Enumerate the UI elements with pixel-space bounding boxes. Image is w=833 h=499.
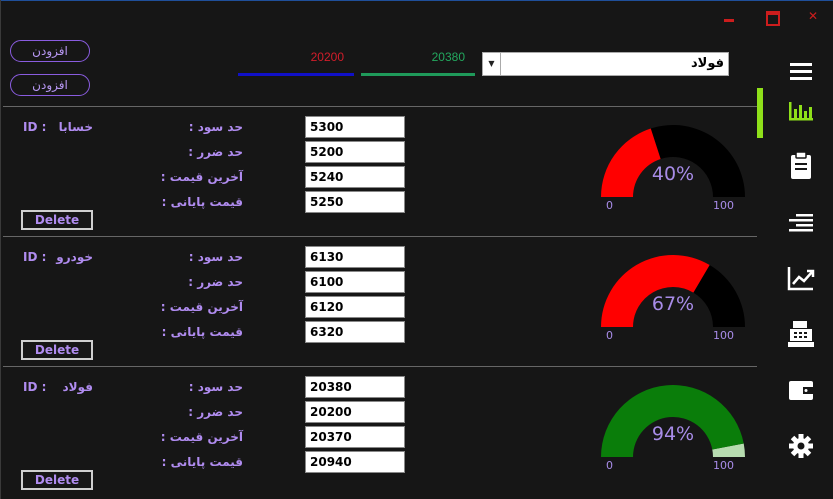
final-price-input[interactable]: 6320 bbox=[305, 321, 405, 343]
delete-button[interactable]: Delete bbox=[21, 210, 93, 230]
sidebar-selection-indicator bbox=[757, 88, 763, 138]
profit-limit-input[interactable]: 20380 bbox=[305, 376, 405, 398]
symbol-name: فولاد bbox=[62, 380, 93, 394]
cash-register-icon[interactable] bbox=[781, 314, 821, 354]
sidebar bbox=[757, 30, 833, 499]
title-bar: ✕ bbox=[1, 0, 833, 30]
id-label: ID : bbox=[23, 120, 47, 134]
symbol-panel: ID : فولاد : حد سود 20380 : حد ضرر 20200 : آخر… bbox=[3, 366, 757, 496]
loss-limit-label: : حد ضرر bbox=[188, 145, 243, 159]
gauge-max-label: 100 bbox=[713, 459, 734, 472]
list-icon[interactable] bbox=[781, 204, 821, 244]
gauge-fill-arc bbox=[601, 385, 744, 457]
last-price-input[interactable]: 20370 bbox=[305, 426, 405, 448]
loss-limit-input[interactable]: 6100 bbox=[305, 271, 405, 293]
last-price-label: : آخرین قیمت bbox=[160, 170, 243, 184]
gauge-min-label: 0 bbox=[606, 459, 613, 472]
final-price-input[interactable]: 5250 bbox=[305, 191, 405, 213]
symbol-select[interactable]: ▼ فولاد bbox=[482, 52, 729, 76]
profit-limit-label: : حد سود bbox=[188, 250, 243, 264]
price-green-underline bbox=[361, 73, 475, 76]
gauge-min-label: 0 bbox=[606, 199, 613, 212]
gauge-min-label: 0 bbox=[606, 329, 613, 342]
final-price-label: : قیمت پایانی bbox=[161, 455, 243, 469]
final-price-label: : قیمت پایانی bbox=[161, 195, 243, 209]
trend-chart-icon[interactable] bbox=[781, 258, 821, 298]
maximize-button[interactable] bbox=[764, 9, 780, 26]
loss-limit-label: : حد ضرر bbox=[188, 275, 243, 289]
profit-limit-input[interactable]: 6130 bbox=[305, 246, 405, 268]
gauge-max-label: 100 bbox=[713, 199, 734, 212]
gear-icon[interactable] bbox=[781, 426, 821, 466]
app-window: ✕ افزودن افزودن 20200 20380 ▼ فولاد ID :… bbox=[0, 0, 833, 499]
delete-button[interactable]: Delete bbox=[21, 340, 93, 360]
close-button[interactable]: ✕ bbox=[806, 9, 820, 23]
last-price-label: : آخرین قیمت bbox=[160, 430, 243, 444]
loss-limit-input[interactable]: 20200 bbox=[305, 401, 405, 423]
add-button-2[interactable]: افزودن bbox=[10, 74, 90, 96]
final-price-label: : قیمت پایانی bbox=[161, 325, 243, 339]
top-toolbar: افزودن افزودن 20200 20380 ▼ فولاد bbox=[1, 30, 757, 106]
profit-limit-label: : حد سود bbox=[188, 380, 243, 394]
last-price-input[interactable]: 6120 bbox=[305, 296, 405, 318]
symbol-panel: ID : خسابا : حد سود 5300 : حد ضرر 5200 : آخرین… bbox=[3, 106, 757, 236]
gauge-percent: 40% bbox=[651, 163, 695, 185]
gauge-percent: 94% bbox=[651, 423, 695, 445]
gauge-percent: 67% bbox=[651, 293, 695, 315]
symbol-name: خودرو bbox=[56, 250, 93, 264]
chevron-down-icon[interactable]: ▼ bbox=[483, 53, 501, 75]
gauge-fill-arc bbox=[601, 255, 710, 327]
symbol-select-value: فولاد bbox=[690, 56, 724, 71]
menu-icon[interactable] bbox=[781, 52, 821, 92]
gauge-remaining-arc bbox=[650, 124, 745, 197]
bar-chart-icon[interactable] bbox=[781, 92, 821, 132]
progress-gauge: 94% 0 100 bbox=[593, 375, 753, 475]
minimize-button[interactable] bbox=[722, 9, 736, 23]
id-label: ID : bbox=[23, 380, 47, 394]
progress-gauge: 40% 0 100 bbox=[593, 115, 753, 215]
gauge-max-label: 100 bbox=[713, 329, 734, 342]
loss-limit-input[interactable]: 5200 bbox=[305, 141, 405, 163]
last-price-label: : آخرین قیمت bbox=[160, 300, 243, 314]
loss-limit-label: : حد ضرر bbox=[188, 405, 243, 419]
profit-limit-label: : حد سود bbox=[188, 120, 243, 134]
symbol-panel: ID : خودرو : حد سود 6130 : حد ضرر 6100 : آخرین… bbox=[3, 236, 757, 366]
symbol-name: خسابا bbox=[58, 120, 93, 134]
id-label: ID : bbox=[23, 250, 47, 264]
last-price-input[interactable]: 5240 bbox=[305, 166, 405, 188]
profit-limit-input[interactable]: 5300 bbox=[305, 116, 405, 138]
final-price-input[interactable]: 20940 bbox=[305, 451, 405, 473]
clipboard-icon[interactable] bbox=[781, 146, 821, 186]
price-red-underline bbox=[238, 73, 354, 76]
add-button-1[interactable]: افزودن bbox=[10, 40, 90, 62]
price-red-value: 20200 bbox=[310, 50, 344, 64]
price-green-value: 20380 bbox=[431, 50, 465, 64]
wallet-icon[interactable] bbox=[781, 370, 821, 410]
delete-button[interactable]: Delete bbox=[21, 470, 93, 490]
progress-gauge: 67% 0 100 bbox=[593, 245, 753, 345]
